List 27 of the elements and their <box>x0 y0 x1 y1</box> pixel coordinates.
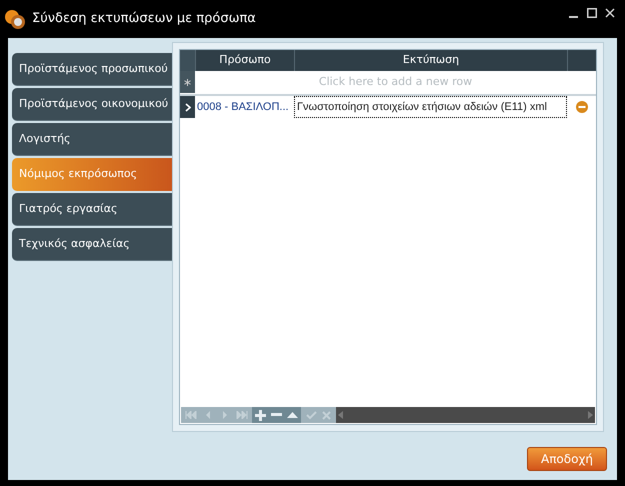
add-icon[interactable] <box>255 410 266 420</box>
asterisk-icon <box>184 78 191 86</box>
sidebar-tab[interactable]: Γιατρός εργασίας <box>12 193 172 226</box>
sidebar-tab[interactable]: Τεχνικός ασφαλείας <box>12 228 172 261</box>
column-header[interactable]: Εκτύπωση <box>294 50 567 71</box>
horizontal-scrollbar[interactable] <box>336 407 595 423</box>
maximize-icon[interactable] <box>587 8 597 18</box>
last-record-icon[interactable] <box>236 411 248 419</box>
cancel-icon[interactable] <box>322 410 331 420</box>
table-cell[interactable]: Γνωστοποίηση στοιχείων ετήσιων αδειών (Ε11) xml <box>294 96 567 118</box>
scroll-right-icon[interactable] <box>588 411 593 419</box>
sidebar-tab[interactable]: Λογιστής <box>12 123 172 156</box>
chevron-right-icon <box>184 102 190 112</box>
app-logo-icon <box>4 8 26 30</box>
delete-row-icon[interactable] <box>576 101 588 113</box>
move-up-icon[interactable] <box>287 412 298 418</box>
table-cell-text: 0008 - ΒΑΣΙΛΟΠ... <box>196 100 290 115</box>
scroll-left-icon[interactable] <box>338 411 343 419</box>
window-title: Σύνδεση εκτυπώσεων με πρόσωπα <box>32 10 256 28</box>
remove-icon[interactable] <box>271 413 282 417</box>
close-icon[interactable] <box>605 8 615 18</box>
sidebar-tab[interactable]: Προϊστάμενος προσωπικού <box>12 53 172 86</box>
row-header[interactable] <box>180 96 195 118</box>
column-header[interactable]: Πρόσωπο <box>195 50 294 71</box>
sidebar-tab[interactable]: Προϊστάμενος οικονομικού <box>12 88 172 121</box>
checkmark-icon[interactable] <box>306 410 317 420</box>
first-record-icon[interactable] <box>185 411 197 419</box>
